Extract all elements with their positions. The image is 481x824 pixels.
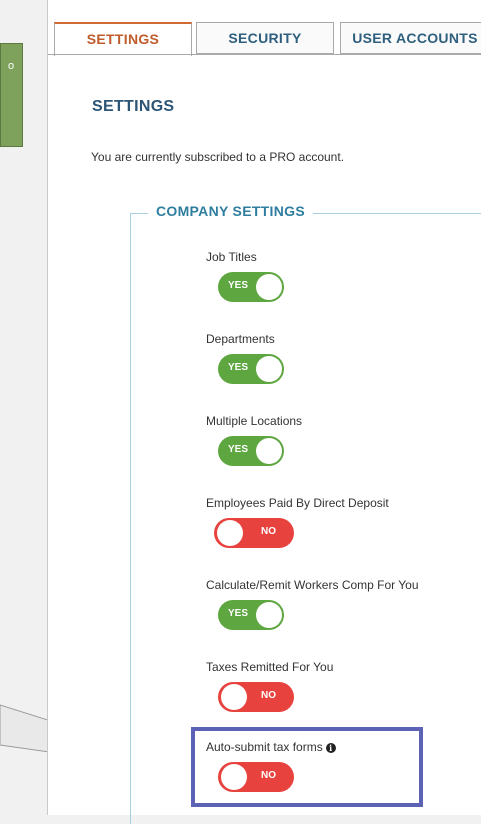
setting-direct-deposit: Employees Paid By Direct Deposit NO bbox=[206, 496, 389, 548]
setting-job-titles: Job Titles YES bbox=[206, 250, 284, 302]
callout-text: o bbox=[8, 60, 15, 72]
setting-workers-comp: Calculate/Remit Workers Comp For You YES bbox=[206, 578, 419, 630]
job-titles-toggle[interactable]: YES bbox=[218, 272, 284, 302]
tab-user-accounts[interactable]: USER ACCOUNTS bbox=[340, 22, 481, 54]
setting-auto-submit-tax-forms: Auto-submit tax forms i NO bbox=[206, 740, 336, 792]
subscription-text: You are currently subscribed to a PRO ac… bbox=[91, 150, 345, 164]
toggle-knob bbox=[256, 438, 282, 464]
info-circle-icon[interactable]: i bbox=[325, 743, 336, 753]
auto-submit-label: Auto-submit tax forms bbox=[206, 740, 323, 754]
setting-label: Employees Paid By Direct Deposit bbox=[206, 496, 389, 510]
toggle-state: NO bbox=[261, 770, 276, 781]
workers-comp-toggle[interactable]: YES bbox=[218, 600, 284, 630]
taxes-remitted-toggle[interactable]: NO bbox=[218, 682, 294, 712]
setting-label: Auto-submit tax forms i bbox=[206, 740, 336, 754]
tooltip-callout: o bbox=[0, 43, 23, 147]
setting-multiple-locations: Multiple Locations YES bbox=[206, 414, 303, 466]
toggle-knob bbox=[221, 764, 247, 790]
setting-taxes-remitted: Taxes Remitted For You NO bbox=[206, 660, 334, 712]
tab-settings[interactable]: SETTINGS bbox=[54, 22, 192, 56]
toggle-state: NO bbox=[261, 690, 276, 701]
toggle-state: YES bbox=[228, 608, 249, 619]
toggle-knob bbox=[256, 274, 282, 300]
toggle-state: YES bbox=[228, 444, 249, 455]
section-title: COMPANY SETTINGS bbox=[148, 203, 313, 219]
toggle-state: NO bbox=[261, 526, 276, 537]
setting-departments: Departments YES bbox=[206, 332, 284, 384]
setting-label: Departments bbox=[206, 332, 275, 346]
toggle-knob bbox=[221, 684, 247, 710]
setting-label: Taxes Remitted For You bbox=[206, 660, 334, 674]
toggle-state: YES bbox=[228, 280, 249, 291]
toggle-state: YES bbox=[228, 362, 249, 373]
departments-toggle[interactable]: YES bbox=[218, 354, 284, 384]
multiple-locations-toggle[interactable]: YES bbox=[218, 436, 284, 466]
setting-label: Calculate/Remit Workers Comp For You bbox=[206, 578, 419, 592]
tab-security[interactable]: SECURITY bbox=[196, 22, 334, 54]
settings-panel: SETTINGS SECURITY USER ACCOUNTS SETTINGS… bbox=[47, 0, 481, 824]
setting-label: Job Titles bbox=[206, 250, 257, 264]
tab-divider bbox=[48, 54, 481, 55]
toggle-knob bbox=[256, 356, 282, 382]
page-title: SETTINGS bbox=[92, 98, 175, 115]
toggle-knob bbox=[256, 602, 282, 628]
direct-deposit-toggle[interactable]: NO bbox=[214, 518, 294, 548]
auto-submit-toggle[interactable]: NO bbox=[218, 762, 294, 792]
toggle-knob bbox=[217, 520, 243, 546]
setting-label: Multiple Locations bbox=[206, 414, 303, 428]
